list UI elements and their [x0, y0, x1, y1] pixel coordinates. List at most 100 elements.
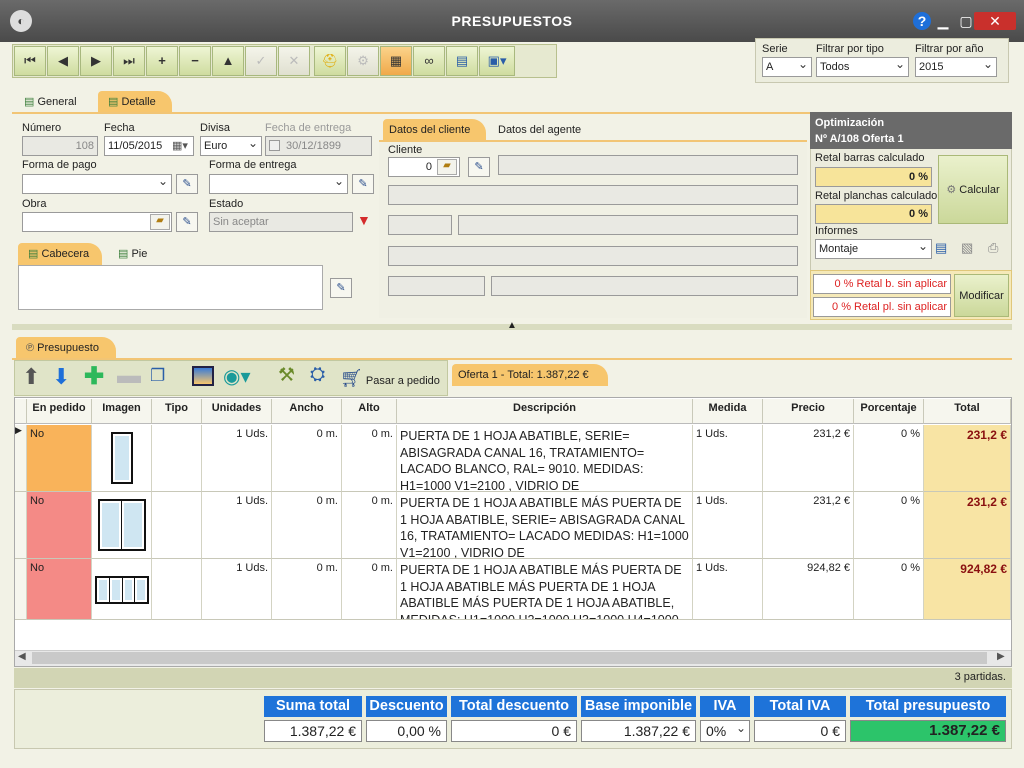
cell-en-pedido[interactable]: No	[27, 559, 92, 620]
column-header-total[interactable]: Total	[924, 399, 1011, 424]
forma-pago-edit-icon[interactable]: ✎	[176, 174, 198, 194]
print-icon[interactable]: ▤	[446, 46, 479, 76]
obra-search-icon[interactable]: ▰	[150, 214, 170, 230]
tab-detalle[interactable]: ▤ Detalle	[98, 91, 172, 113]
calcular-button[interactable]: ⚙ Calcular	[938, 155, 1008, 224]
help-button[interactable]: ?	[913, 12, 931, 30]
tab-general[interactable]: ▤ General	[14, 91, 87, 113]
descuento-field[interactable]: 0,00 %	[366, 720, 447, 742]
minimize-button[interactable]: ▁	[932, 12, 954, 30]
anio-select[interactable]: 2015	[915, 57, 997, 77]
informes-select[interactable]: Montaje	[815, 239, 932, 259]
cliente-search-icon[interactable]: ▰	[437, 159, 457, 175]
general-tab-icon: ▤	[24, 96, 38, 108]
tab-pie[interactable]: ▤ Pie	[108, 243, 157, 265]
forklift-icon[interactable]: ⚙	[347, 46, 380, 76]
move-up-icon[interactable]: ⬆	[22, 364, 40, 390]
binoculars-icon[interactable]: ∞	[413, 46, 446, 76]
tools-icon[interactable]: ⚒	[278, 364, 295, 387]
forma-pago-select[interactable]	[22, 174, 172, 194]
cancel-edit-button[interactable]: ✕	[278, 46, 310, 76]
cell-unidades: 1 Uds.	[202, 492, 272, 559]
filters-panel: Serie Filtrar por tipo Filtrar por año A…	[755, 38, 1009, 83]
scroll-left-icon[interactable]: ◀	[18, 651, 26, 662]
confirm-button[interactable]: ✓	[245, 46, 277, 76]
row-selector[interactable]: ▶	[15, 425, 27, 492]
retal-pl-sin-aplicar: 0 % Retal pl. sin aplicar	[813, 297, 951, 317]
modificar-button[interactable]: Modificar	[954, 274, 1009, 317]
profile-icon[interactable]: ⛭	[310, 364, 325, 386]
add-line-icon[interactable]: ✚	[84, 362, 104, 391]
fecha-entrega-checkbox[interactable]	[269, 140, 280, 151]
delete-record-button[interactable]: −	[179, 46, 211, 76]
serie-label: Serie	[762, 43, 788, 55]
column-header-unidades[interactable]: Unidades	[202, 399, 272, 424]
informes-print-icon[interactable]: ▤	[935, 240, 947, 256]
fecha-entrega-field[interactable]: 30/12/1899	[265, 136, 372, 156]
column-header-descripcion[interactable]: Descripción	[397, 399, 693, 424]
window-title: PRESUPUESTOS	[451, 13, 573, 29]
column-header-ancho[interactable]: Ancho	[272, 399, 342, 424]
copy-line-icon[interactable]: ❐	[150, 366, 165, 386]
column-header-medida[interactable]: Medida	[693, 399, 763, 424]
row-indicator-header	[15, 399, 27, 424]
cliente-edit-icon[interactable]: ✎	[468, 157, 490, 177]
scroll-thumb[interactable]	[32, 652, 987, 664]
informes-export-icon[interactable]: ⎙	[988, 240, 998, 256]
retal-b-sin-aplicar: 0 % Retal b. sin aplicar	[813, 274, 951, 294]
calendar-icon[interactable]: ▦▾	[172, 139, 188, 152]
column-header-precio[interactable]: Precio	[763, 399, 854, 424]
scroll-right-icon[interactable]: ▶	[997, 651, 1005, 662]
informes-preview-icon[interactable]: ▧	[961, 240, 973, 256]
helmet-icon[interactable]: ⛑	[314, 46, 347, 76]
view-eye-icon[interactable]: ◉▾	[223, 364, 251, 389]
tab-presupuesto[interactable]: ℗ Presupuesto	[16, 337, 116, 359]
cell-imagen	[92, 559, 152, 620]
prev-record-button[interactable]: ◀	[47, 46, 79, 76]
ce-print-icon[interactable]: ▣▾	[479, 46, 516, 76]
pasar-pedido-button[interactable]: 🛒︎ Pasar a pedido	[340, 364, 440, 392]
cell-en-pedido[interactable]: No	[27, 492, 92, 559]
serie-select[interactable]: A	[762, 57, 812, 77]
next-record-button[interactable]: ▶	[80, 46, 112, 76]
last-record-button[interactable]: ⏭	[113, 46, 145, 76]
tipo-select[interactable]: Todos	[816, 57, 909, 77]
image-icon[interactable]	[192, 366, 214, 386]
fecha-entrega-label: Fecha de entrega	[265, 122, 352, 134]
column-header-alto[interactable]: Alto	[342, 399, 397, 424]
tab-datos-agente[interactable]: Datos del agente	[490, 119, 591, 141]
tab-datos-cliente[interactable]: Datos del cliente	[383, 119, 486, 141]
remove-line-icon[interactable]: ▬	[117, 362, 141, 390]
move-down-icon[interactable]: ⬇	[52, 364, 70, 390]
forma-entrega-select[interactable]	[209, 174, 348, 194]
thumbs-down-icon[interactable]: ▼	[357, 212, 371, 228]
column-header-tipo[interactable]: Tipo	[152, 399, 202, 424]
pasar-pedido-label: Pasar a pedido	[365, 375, 440, 387]
numero-field[interactable]: 108	[22, 136, 98, 156]
column-header-porcentaje[interactable]: Porcentaje	[854, 399, 924, 424]
row-selector[interactable]	[15, 559, 27, 620]
tab-oferta-1[interactable]: Oferta 1 - Total: 1.387,22 €	[452, 364, 608, 386]
close-button[interactable]: ✕	[974, 12, 1016, 30]
row-selector[interactable]	[15, 492, 27, 559]
iva-select[interactable]: 0%	[700, 718, 750, 742]
cabecera-edit-icon[interactable]: ✎	[330, 278, 352, 298]
obra-edit-icon[interactable]: ✎	[176, 212, 198, 232]
tab-cabecera[interactable]: ▤ Cabecera	[18, 243, 102, 265]
add-record-button[interactable]: +	[146, 46, 178, 76]
cell-medida: 1 Uds.	[693, 559, 763, 620]
collapse-arrow-icon[interactable]: ▲	[507, 320, 517, 331]
divisa-select[interactable]: Euro	[200, 136, 262, 156]
cell-imagen	[92, 492, 152, 559]
cell-en-pedido[interactable]: No	[27, 425, 92, 492]
column-header-imagen[interactable]: Imagen	[92, 399, 152, 424]
cabecera-textarea[interactable]	[18, 265, 323, 310]
report-chart-icon[interactable]: ▦	[380, 46, 413, 76]
column-header-en-pedido[interactable]: En pedido	[27, 399, 92, 424]
first-record-button[interactable]: ⏮	[14, 46, 46, 76]
forma-entrega-edit-icon[interactable]: ✎	[352, 174, 374, 194]
cell-ancho: 0 m.	[272, 492, 342, 559]
edit-record-button[interactable]: ▲	[212, 46, 244, 76]
tab-pie-label: Pie	[131, 248, 148, 260]
retal-barras-field: 0 %	[815, 167, 932, 187]
